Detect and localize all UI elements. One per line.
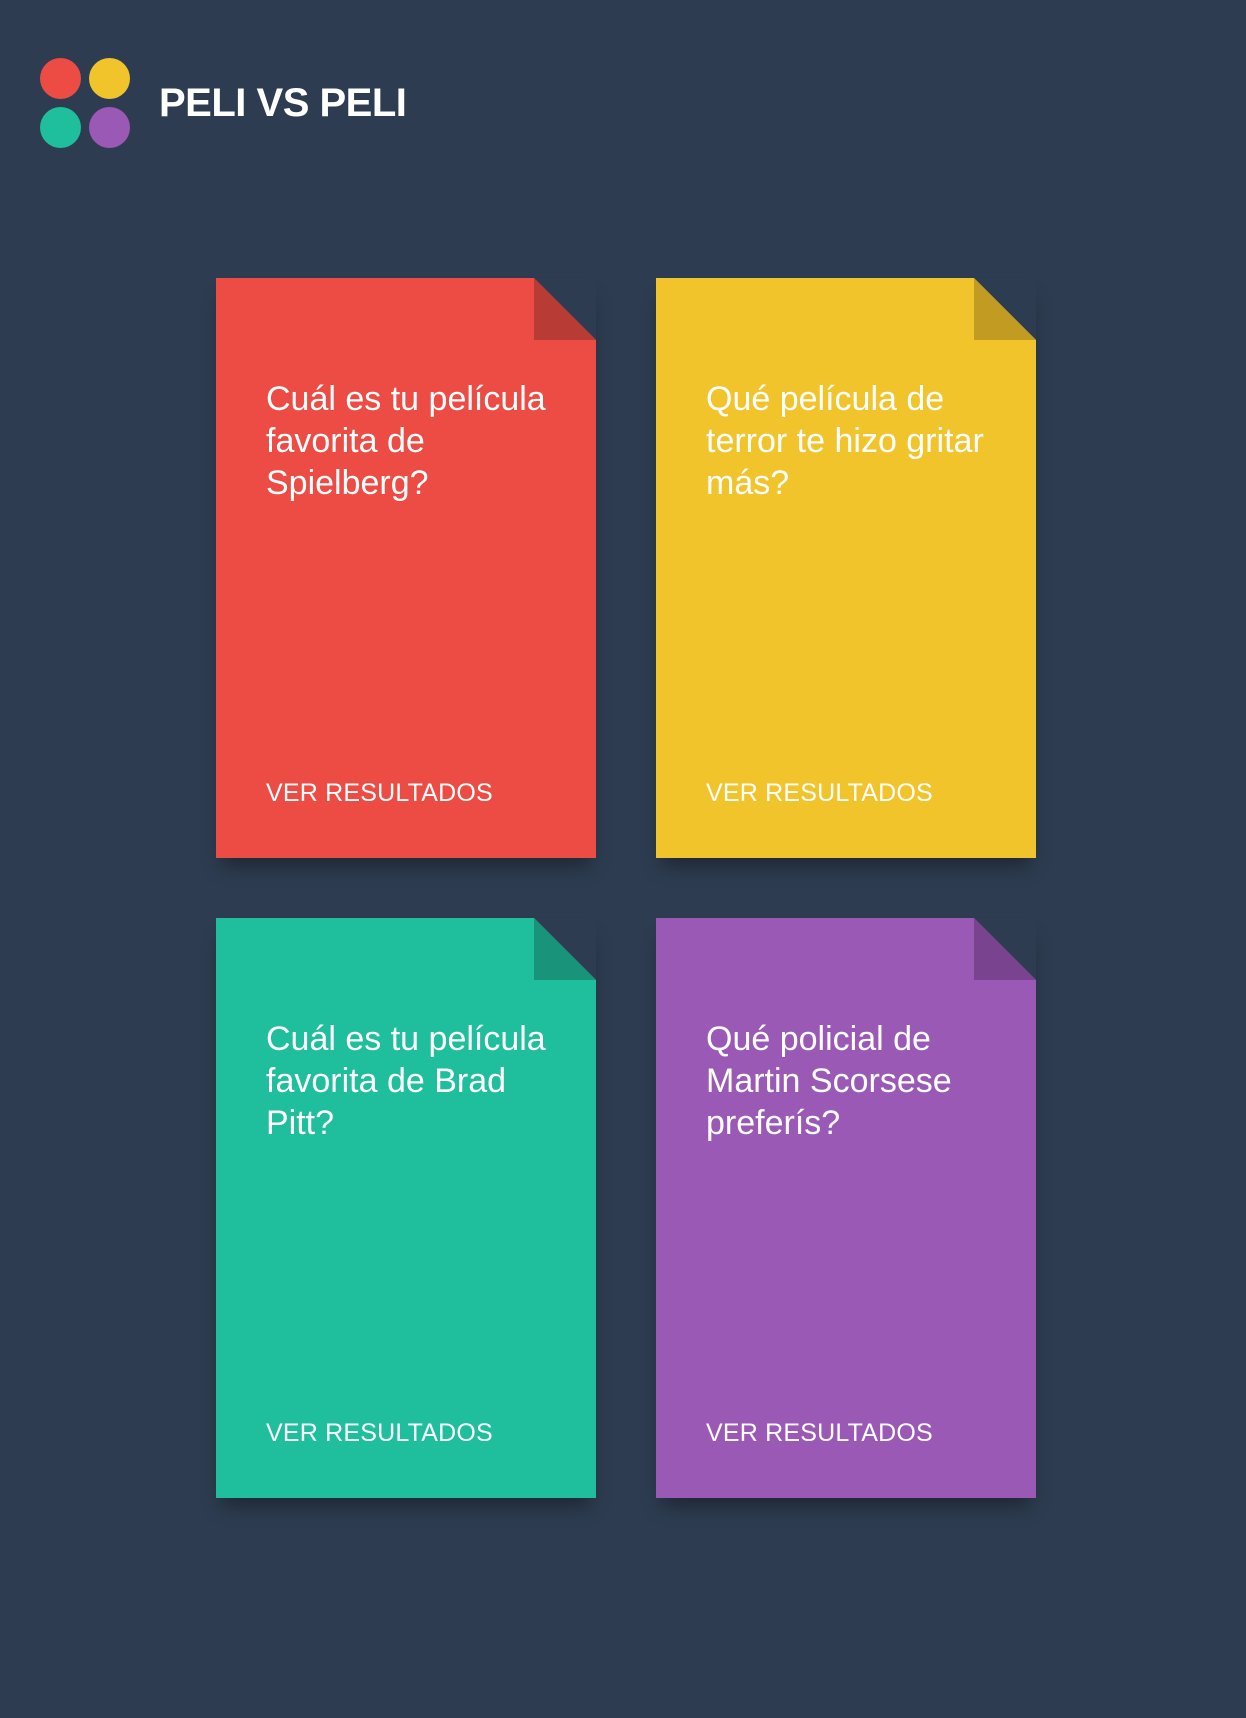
card-question: Qué policial de Martin Scorsese preferís… — [706, 1020, 952, 1142]
app-header: PELI VS PELI — [40, 58, 407, 148]
card-question: Cuál es tu película favorita de Spielber… — [266, 380, 546, 502]
logo-dot-purple — [89, 107, 130, 148]
poll-card-grid: Cuál es tu película favorita de Spielber… — [216, 278, 1036, 1498]
logo-dot-green — [40, 107, 81, 148]
view-results-link[interactable]: VER RESULTADOS — [266, 1418, 493, 1448]
page-fold-corner — [974, 278, 1036, 340]
view-results-link[interactable]: VER RESULTADOS — [266, 778, 493, 808]
logo-dot-red — [40, 58, 81, 99]
page-fold-corner — [974, 918, 1036, 980]
poll-card-brad-pitt[interactable]: Cuál es tu película favorita de Brad Pit… — [216, 918, 596, 1498]
view-results-link[interactable]: VER RESULTADOS — [706, 1418, 933, 1448]
poll-card-horror[interactable]: Qué película de terror te hizo gritar má… — [656, 278, 1036, 858]
page-fold-corner — [534, 918, 596, 980]
card-background — [656, 278, 1036, 858]
card-question: Cuál es tu película favorita de Brad Pit… — [266, 1020, 546, 1142]
logo-dot-yellow — [89, 58, 130, 99]
poll-card-spielberg[interactable]: Cuál es tu película favorita de Spielber… — [216, 278, 596, 858]
app-logo-icon[interactable] — [40, 58, 130, 148]
page-fold-corner — [534, 278, 596, 340]
app-title[interactable]: PELI VS PELI — [159, 83, 407, 123]
poll-card-scorsese[interactable]: Qué policial de Martin Scorsese preferís… — [656, 918, 1036, 1498]
card-background — [216, 278, 596, 858]
card-background — [656, 918, 1036, 1498]
card-question: Qué película de terror te hizo gritar má… — [706, 380, 984, 502]
view-results-link[interactable]: VER RESULTADOS — [706, 778, 933, 808]
card-background — [216, 918, 596, 1498]
